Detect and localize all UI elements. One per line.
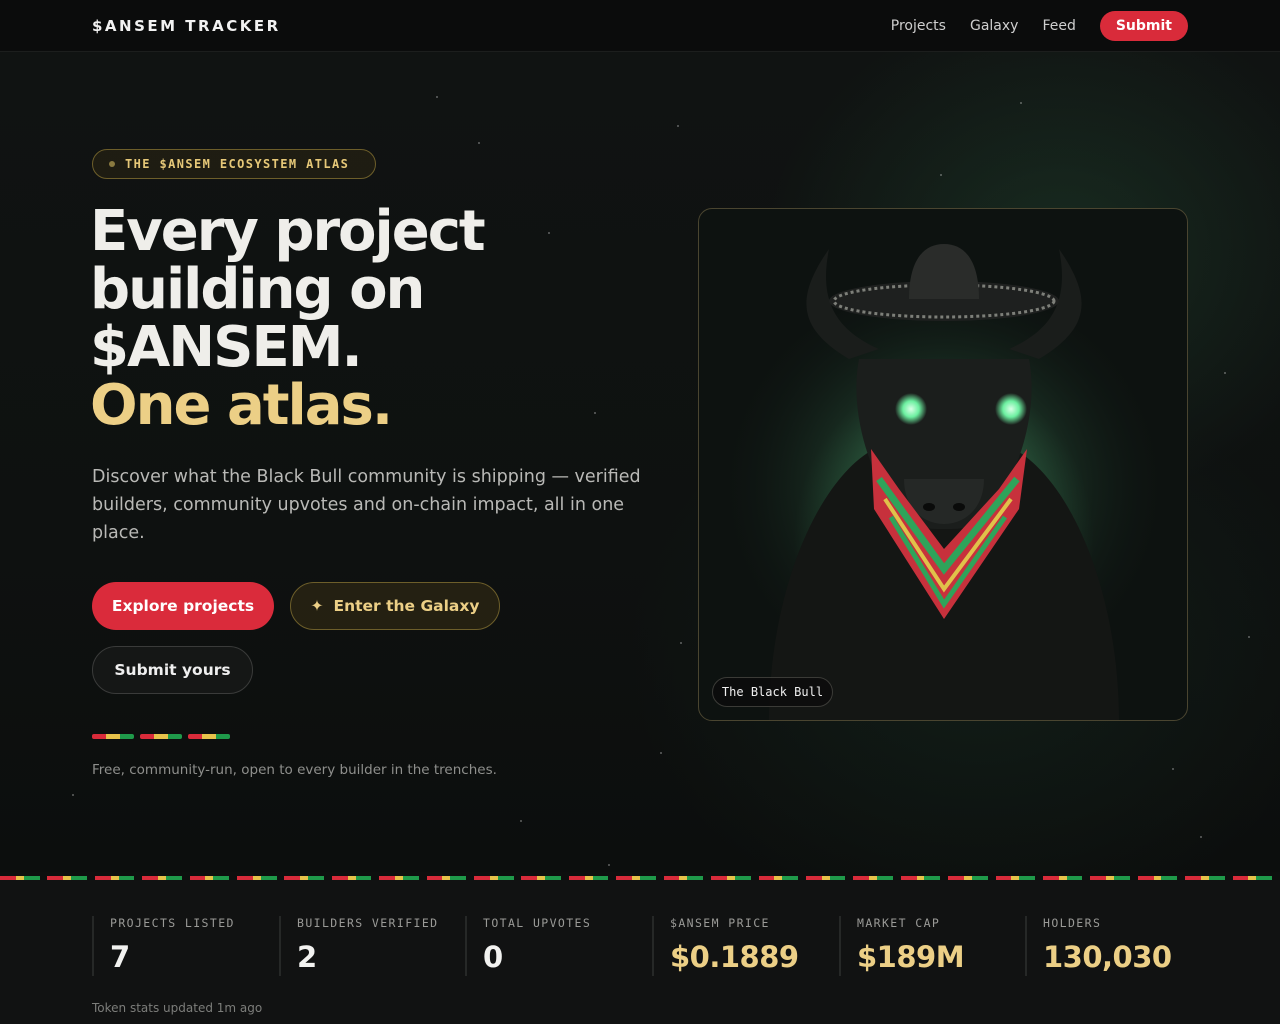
headline-line-3: $ANSEM. — [90, 315, 363, 380]
stat-builders-verified: BUILDERS VERIFIED 2 — [279, 916, 465, 976]
stat-label: MARKET CAP — [857, 916, 941, 930]
headline-line-1: Every project — [90, 199, 486, 264]
stat-value: 0 — [483, 940, 503, 974]
stat-label: BUILDERS VERIFIED — [297, 916, 439, 930]
hero-tagline: Free, community-run, open to every build… — [92, 762, 497, 778]
flag-bar — [92, 734, 134, 739]
enter-galaxy-label: Enter the Galaxy — [333, 597, 480, 615]
explore-projects-button[interactable]: Explore projects — [92, 582, 274, 630]
top-nav: $ANSEM TRACKER Projects Galaxy Feed Subm… — [0, 0, 1280, 52]
submit-yours-button[interactable]: Submit yours — [92, 646, 253, 694]
stat-label: PROJECTS LISTED — [110, 916, 235, 930]
stat-value: 130,030 — [1043, 940, 1172, 974]
stat-label: TOTAL UPVOTES — [483, 916, 592, 930]
stat-label: HOLDERS — [1043, 916, 1102, 930]
flag-bar — [188, 734, 230, 739]
nav-link-galaxy[interactable]: Galaxy — [970, 18, 1018, 34]
stat-market-cap: MARKET CAP $189M — [839, 916, 1025, 976]
stats-updated-note: Token stats updated 1m ago — [92, 1001, 263, 1015]
stat-projects-listed: PROJECTS LISTED 7 — [92, 916, 279, 976]
stat-value: $189M — [857, 940, 965, 974]
nav-links: Projects Galaxy Feed Submit — [891, 10, 1188, 41]
stat-label: $ANSEM PRICE — [670, 916, 770, 930]
flag-bar — [140, 734, 182, 739]
stats-row: PROJECTS LISTED 7 BUILDERS VERIFIED 2 TO… — [92, 916, 1188, 976]
image-caption-badge: The Black Bull — [712, 677, 833, 707]
stat-holders: HOLDERS 130,030 — [1025, 916, 1188, 976]
headline-accent: One atlas. — [90, 373, 393, 438]
enter-galaxy-button[interactable]: ✦ Enter the Galaxy — [290, 582, 500, 630]
stat-value: 7 — [110, 940, 130, 974]
nav-submit-button[interactable]: Submit — [1099, 10, 1188, 41]
hero-headline: Every project building on $ANSEM. One at… — [90, 203, 650, 435]
hero-description: Discover what the Black Bull community i… — [92, 467, 641, 543]
stat-total-upvotes: TOTAL UPVOTES 0 — [465, 916, 652, 976]
stat-value: 2 — [297, 940, 317, 974]
nav-link-feed[interactable]: Feed — [1042, 18, 1075, 34]
stat-ansem-price: $ANSEM PRICE $0.1889 — [652, 916, 839, 976]
black-bull-image-card: The Black Bull — [698, 208, 1188, 721]
sparkle-icon: ✦ — [310, 597, 324, 615]
eyebrow-badge: THE $ANSEM ECOSYSTEM ATLAS — [92, 149, 376, 179]
dot-icon — [109, 161, 115, 167]
brand-logo[interactable]: $ANSEM TRACKER — [92, 17, 281, 35]
eyebrow-text: THE $ANSEM ECOSYSTEM ATLAS — [125, 157, 350, 171]
flag-divider — [92, 734, 230, 739]
nav-link-projects[interactable]: Projects — [891, 18, 946, 34]
stat-value: $0.1889 — [670, 940, 799, 974]
black-bull-illustration — [714, 244, 1174, 720]
headline-line-2: building on — [90, 257, 425, 322]
